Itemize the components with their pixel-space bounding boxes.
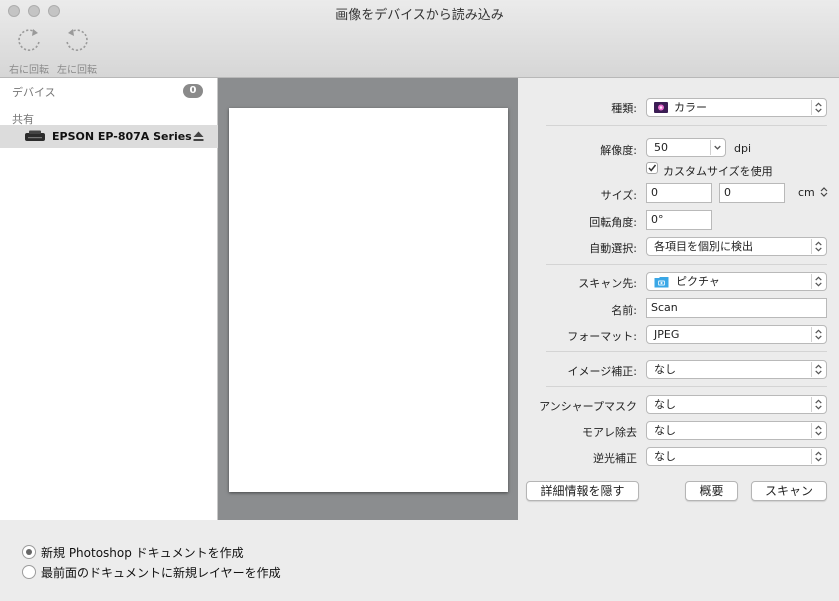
size-width-field[interactable]: 0 xyxy=(646,183,712,203)
image-correction-select[interactable]: なし xyxy=(646,360,827,379)
size-unit-select[interactable]: cm xyxy=(798,186,828,199)
color-image-icon xyxy=(654,102,668,113)
printer-icon xyxy=(25,130,45,141)
scan-to-label: スキャン先: xyxy=(578,277,637,290)
unsharp-label: アンシャープマスク xyxy=(539,400,637,413)
size-label: サイズ: xyxy=(600,189,637,202)
checkmark-icon xyxy=(648,164,657,172)
moire-value: なし xyxy=(654,424,676,437)
updown-chevron-icon xyxy=(811,397,822,412)
divider xyxy=(546,125,827,126)
moire-select[interactable]: なし xyxy=(646,421,827,440)
divider xyxy=(546,351,827,352)
scan-to-value: ピクチャ xyxy=(676,275,720,288)
format-select[interactable]: JPEG xyxy=(646,325,827,344)
updown-chevron-icon xyxy=(811,423,822,438)
unsharp-value: なし xyxy=(654,398,676,411)
overview-button[interactable]: 概要 xyxy=(685,481,738,501)
chevron-down-icon[interactable] xyxy=(710,140,724,155)
updown-chevron-icon xyxy=(811,274,822,289)
new-document-label[interactable]: 新規 Photoshop ドキュメントを作成 xyxy=(41,544,244,561)
scan-preview-page[interactable] xyxy=(229,108,508,492)
name-label: 名前: xyxy=(611,304,637,317)
image-correction-label: イメージ補正: xyxy=(567,365,638,378)
rotate-left-button[interactable]: 左に回転 xyxy=(54,26,100,76)
auto-select-select[interactable]: 各項目を個別に検出 xyxy=(646,237,827,256)
kind-select[interactable]: カラー xyxy=(646,98,827,117)
custom-size-label: カスタムサイズを使用 xyxy=(663,165,773,178)
format-label: フォーマット: xyxy=(567,330,637,343)
scan-to-select[interactable]: ピクチャ xyxy=(646,272,827,291)
image-correction-value: なし xyxy=(654,363,676,376)
new-layer-label[interactable]: 最前面のドキュメントに新規レイヤーを作成 xyxy=(41,564,281,581)
resolution-unit: dpi xyxy=(734,142,752,155)
updown-chevron-icon xyxy=(811,362,822,377)
name-field[interactable]: Scan xyxy=(646,298,827,318)
backlight-select[interactable]: なし xyxy=(646,447,827,466)
auto-select-value: 各項目を個別に検出 xyxy=(654,240,753,253)
updown-chevron-icon xyxy=(811,239,822,254)
resolution-label: 解像度: xyxy=(600,144,637,157)
backlight-label: 逆光補正 xyxy=(593,452,637,465)
divider xyxy=(546,264,827,265)
eject-icon[interactable] xyxy=(193,131,204,142)
title-bar: 画像をデバイスから読み込み 右に回転 左に回転 xyxy=(0,0,839,78)
updown-chevron-icon xyxy=(811,327,822,342)
devices-header: デバイス xyxy=(12,86,56,99)
devices-count-badge: 0 xyxy=(183,84,203,98)
updown-chevron-icon xyxy=(820,187,828,197)
custom-size-checkbox[interactable] xyxy=(646,162,658,174)
kind-value: カラー xyxy=(674,101,707,114)
resolution-value: 50 xyxy=(654,141,668,154)
import-options: 新規 Photoshop ドキュメントを作成 最前面のドキュメントに新規レイヤー… xyxy=(0,520,839,601)
moire-label: モアレ除去 xyxy=(582,426,637,439)
updown-chevron-icon xyxy=(811,449,822,464)
new-document-radio[interactable] xyxy=(22,545,36,559)
rotate-left-icon xyxy=(66,29,88,51)
scan-preview-area xyxy=(218,78,518,520)
backlight-value: なし xyxy=(654,450,676,463)
rotate-right-icon xyxy=(18,29,40,51)
scan-settings-panel: 種類: カラー 解像度: 50 dpi カスタムサイズを使用 サイズ: 0 0 … xyxy=(518,78,839,520)
window-title: 画像をデバイスから読み込み xyxy=(335,8,504,23)
format-value: JPEG xyxy=(654,328,680,341)
auto-select-label: 自動選択: xyxy=(589,242,637,255)
rotate-right-label: 右に回転 xyxy=(9,65,49,76)
size-unit: cm xyxy=(798,186,815,199)
size-height-field[interactable]: 0 xyxy=(719,183,785,203)
unsharp-select[interactable]: なし xyxy=(646,395,827,414)
pictures-folder-icon xyxy=(654,277,669,288)
updown-chevron-icon xyxy=(811,100,822,115)
resolution-combo[interactable]: 50 xyxy=(646,138,726,157)
device-name: EPSON EP-807A Series xyxy=(52,130,192,143)
kind-label: 種類: xyxy=(611,102,637,115)
scan-button[interactable]: スキャン xyxy=(751,481,827,501)
rotation-field[interactable]: 0° xyxy=(646,210,712,230)
rotate-left-label: 左に回転 xyxy=(57,65,97,76)
divider xyxy=(546,386,827,387)
new-layer-radio[interactable] xyxy=(22,565,36,579)
sidebar-item-epson[interactable]: EPSON EP-807A Series xyxy=(0,125,218,148)
hide-details-button[interactable]: 詳細情報を隠す xyxy=(526,481,639,501)
rotation-label: 回転角度: xyxy=(589,216,637,229)
rotate-right-button[interactable]: 右に回転 xyxy=(6,26,52,76)
